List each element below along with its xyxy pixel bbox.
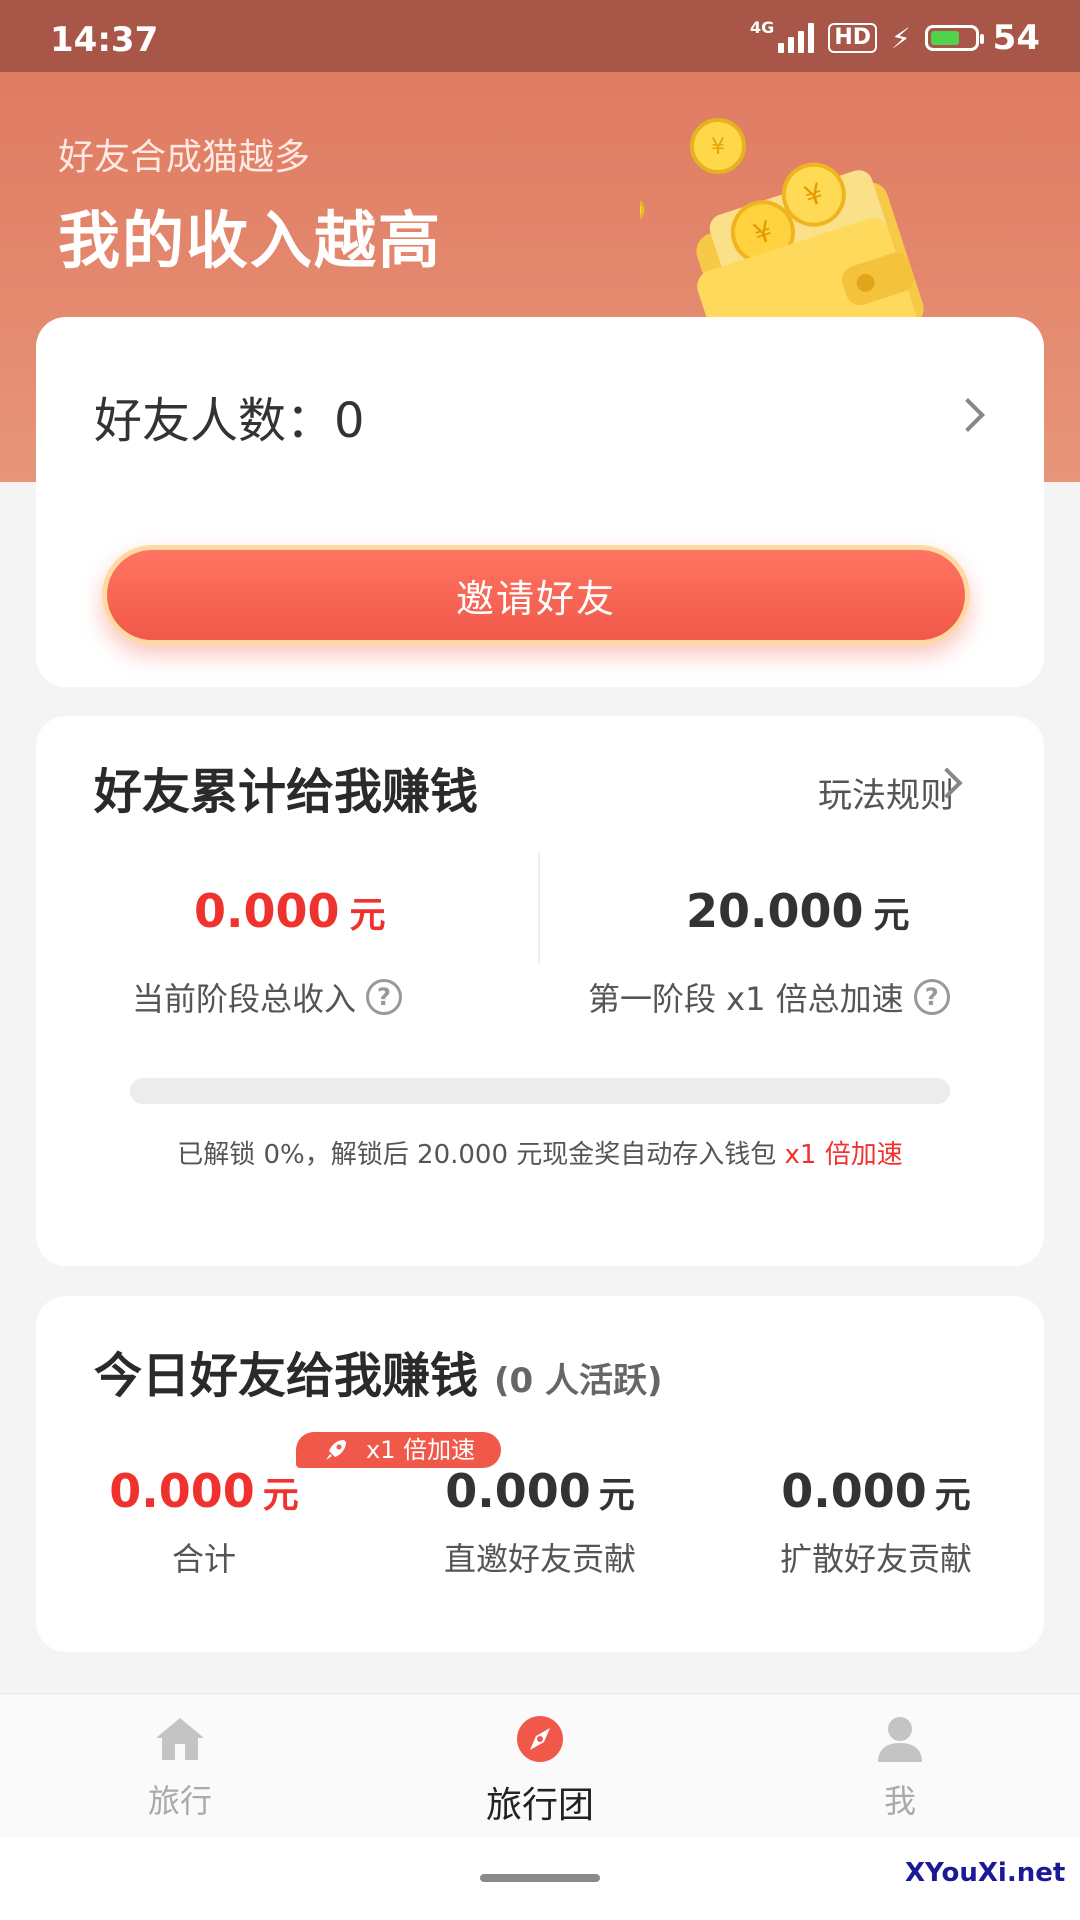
spread-friends-label: 扩散好友贡献 bbox=[779, 1540, 972, 1578]
user-icon bbox=[878, 1717, 922, 1762]
battery-icon bbox=[924, 25, 984, 51]
nav-label-me: 我 bbox=[883, 1782, 916, 1820]
rocket-icon bbox=[326, 1440, 346, 1460]
divider bbox=[538, 852, 540, 964]
rules-link[interactable]: 玩法规则 bbox=[818, 768, 954, 817]
today-title: 今日好友给我赚钱 (0 人活跃) bbox=[94, 1348, 663, 1404]
help-icon[interactable]: ? bbox=[366, 979, 403, 1015]
stage-speed-label: 第一阶段 x1 倍总加速 ? bbox=[588, 974, 950, 1020]
bottom-nav: 旅行 旅行团 我 bbox=[0, 1693, 1080, 1838]
battery-level: 54 bbox=[992, 18, 1040, 58]
nav-label-travel: 旅行 bbox=[147, 1782, 212, 1820]
compass-icon bbox=[517, 1716, 563, 1762]
watermark-text: XYouXi.net bbox=[905, 1858, 1066, 1888]
friend-count[interactable]: 好友人数：0 bbox=[94, 381, 365, 451]
charging-icon: ⚡ bbox=[891, 21, 911, 55]
speed-highlight: x1 倍加速 bbox=[784, 1140, 903, 1170]
unlock-note: 已解锁 0%，解锁后 20.000 元现金奖自动存入钱包 x1 倍加速 bbox=[177, 1140, 903, 1170]
svg-text:¥: ¥ bbox=[711, 135, 725, 160]
speed-badge: x1 倍加速 bbox=[296, 1432, 502, 1468]
invite-friends-button[interactable]: 邀请好友 bbox=[102, 545, 970, 645]
today-total-label: 合计 bbox=[171, 1540, 236, 1578]
header-title: 我的收入越高 bbox=[58, 204, 443, 277]
hd-icon: HD bbox=[828, 23, 877, 53]
spread-friends-amount: 0.000 元 bbox=[781, 1464, 971, 1518]
cumulative-earnings-card: 好友累计给我赚钱 玩法规则 0.000 元 20.000 元 当前阶段总收入 ? 第… bbox=[36, 716, 1044, 1266]
signal-icon bbox=[778, 23, 815, 53]
nav-item-tour-group[interactable]: 旅行团 bbox=[440, 1714, 640, 1828]
status-bar: 14:37 4G HD ⚡ 54 bbox=[0, 0, 1080, 72]
header-subtitle: 好友合成猫越多 bbox=[58, 137, 311, 178]
nav-item-travel[interactable]: 旅行 bbox=[80, 1714, 280, 1822]
chevron-right-icon[interactable] bbox=[951, 398, 985, 432]
home-icon bbox=[156, 1718, 204, 1760]
home-indicator[interactable] bbox=[480, 1874, 600, 1882]
today-earnings-card: 今日好友给我赚钱 (0 人活跃) x1 倍加速 0.000 元 合计 0.000 元 … bbox=[36, 1296, 1044, 1652]
active-count: (0 人活跃) bbox=[494, 1361, 663, 1401]
current-stage-amount: 0.000 元 bbox=[194, 884, 386, 938]
help-icon[interactable]: ? bbox=[913, 979, 950, 1015]
direct-invite-amount: 0.000 元 bbox=[445, 1464, 635, 1518]
today-total-amount: 0.000 元 bbox=[109, 1464, 299, 1518]
nav-label-tour-group: 旅行团 bbox=[485, 1785, 594, 1826]
stage-total-amount: 20.000 元 bbox=[686, 884, 910, 938]
unlock-progress-bar bbox=[130, 1078, 950, 1104]
direct-invite-label: 直邀好友贡献 bbox=[443, 1540, 636, 1578]
cumulative-title: 好友累计给我赚钱 bbox=[94, 764, 479, 820]
status-icons: 4G HD ⚡ 54 bbox=[750, 18, 1040, 58]
network-type: 4G bbox=[750, 18, 775, 37]
friends-card: 好友人数：0 邀请好友 bbox=[36, 317, 1044, 687]
current-stage-label: 当前阶段总收入 ? bbox=[132, 974, 403, 1020]
status-time: 14:37 bbox=[50, 20, 159, 60]
nav-item-me[interactable]: 我 bbox=[800, 1714, 1000, 1822]
